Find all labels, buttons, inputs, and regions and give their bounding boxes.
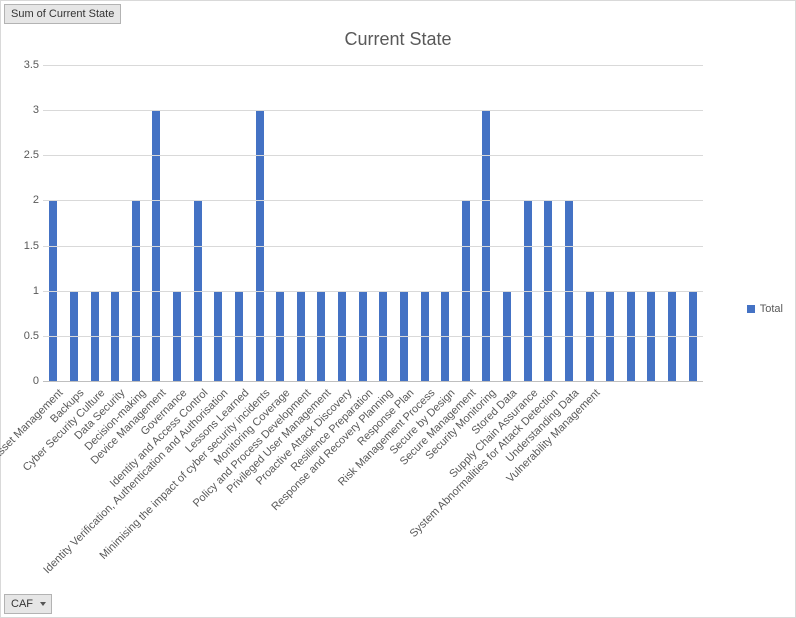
chart-container: Sum of Current State Current State 00.51… <box>0 0 796 618</box>
y-tick-label: 0 <box>33 375 43 387</box>
y-tick-label: 3.5 <box>24 59 43 71</box>
legend-swatch-icon <box>747 305 755 313</box>
gridline <box>43 246 703 247</box>
gridline <box>43 200 703 201</box>
y-tick-label: 2 <box>33 194 43 206</box>
gridline <box>43 65 703 66</box>
y-tick-label: 1 <box>33 285 43 297</box>
gridline <box>43 110 703 111</box>
legend-label: Total <box>760 303 783 315</box>
y-tick-label: 2.5 <box>24 149 43 161</box>
caf-dropdown[interactable]: CAF <box>4 594 52 614</box>
legend: Total <box>747 303 783 315</box>
gridline <box>43 336 703 337</box>
plot-area: 00.511.522.533.5Asset ManagementBackupsC… <box>43 65 703 381</box>
gridline <box>43 155 703 156</box>
gridline <box>43 291 703 292</box>
field-button[interactable]: Sum of Current State <box>4 4 121 24</box>
y-tick-label: 0.5 <box>24 330 43 342</box>
gridline <box>43 381 703 382</box>
bars-layer <box>43 65 703 381</box>
y-tick-label: 1.5 <box>24 240 43 252</box>
chart-title: Current State <box>1 29 795 50</box>
y-tick-label: 3 <box>33 104 43 116</box>
